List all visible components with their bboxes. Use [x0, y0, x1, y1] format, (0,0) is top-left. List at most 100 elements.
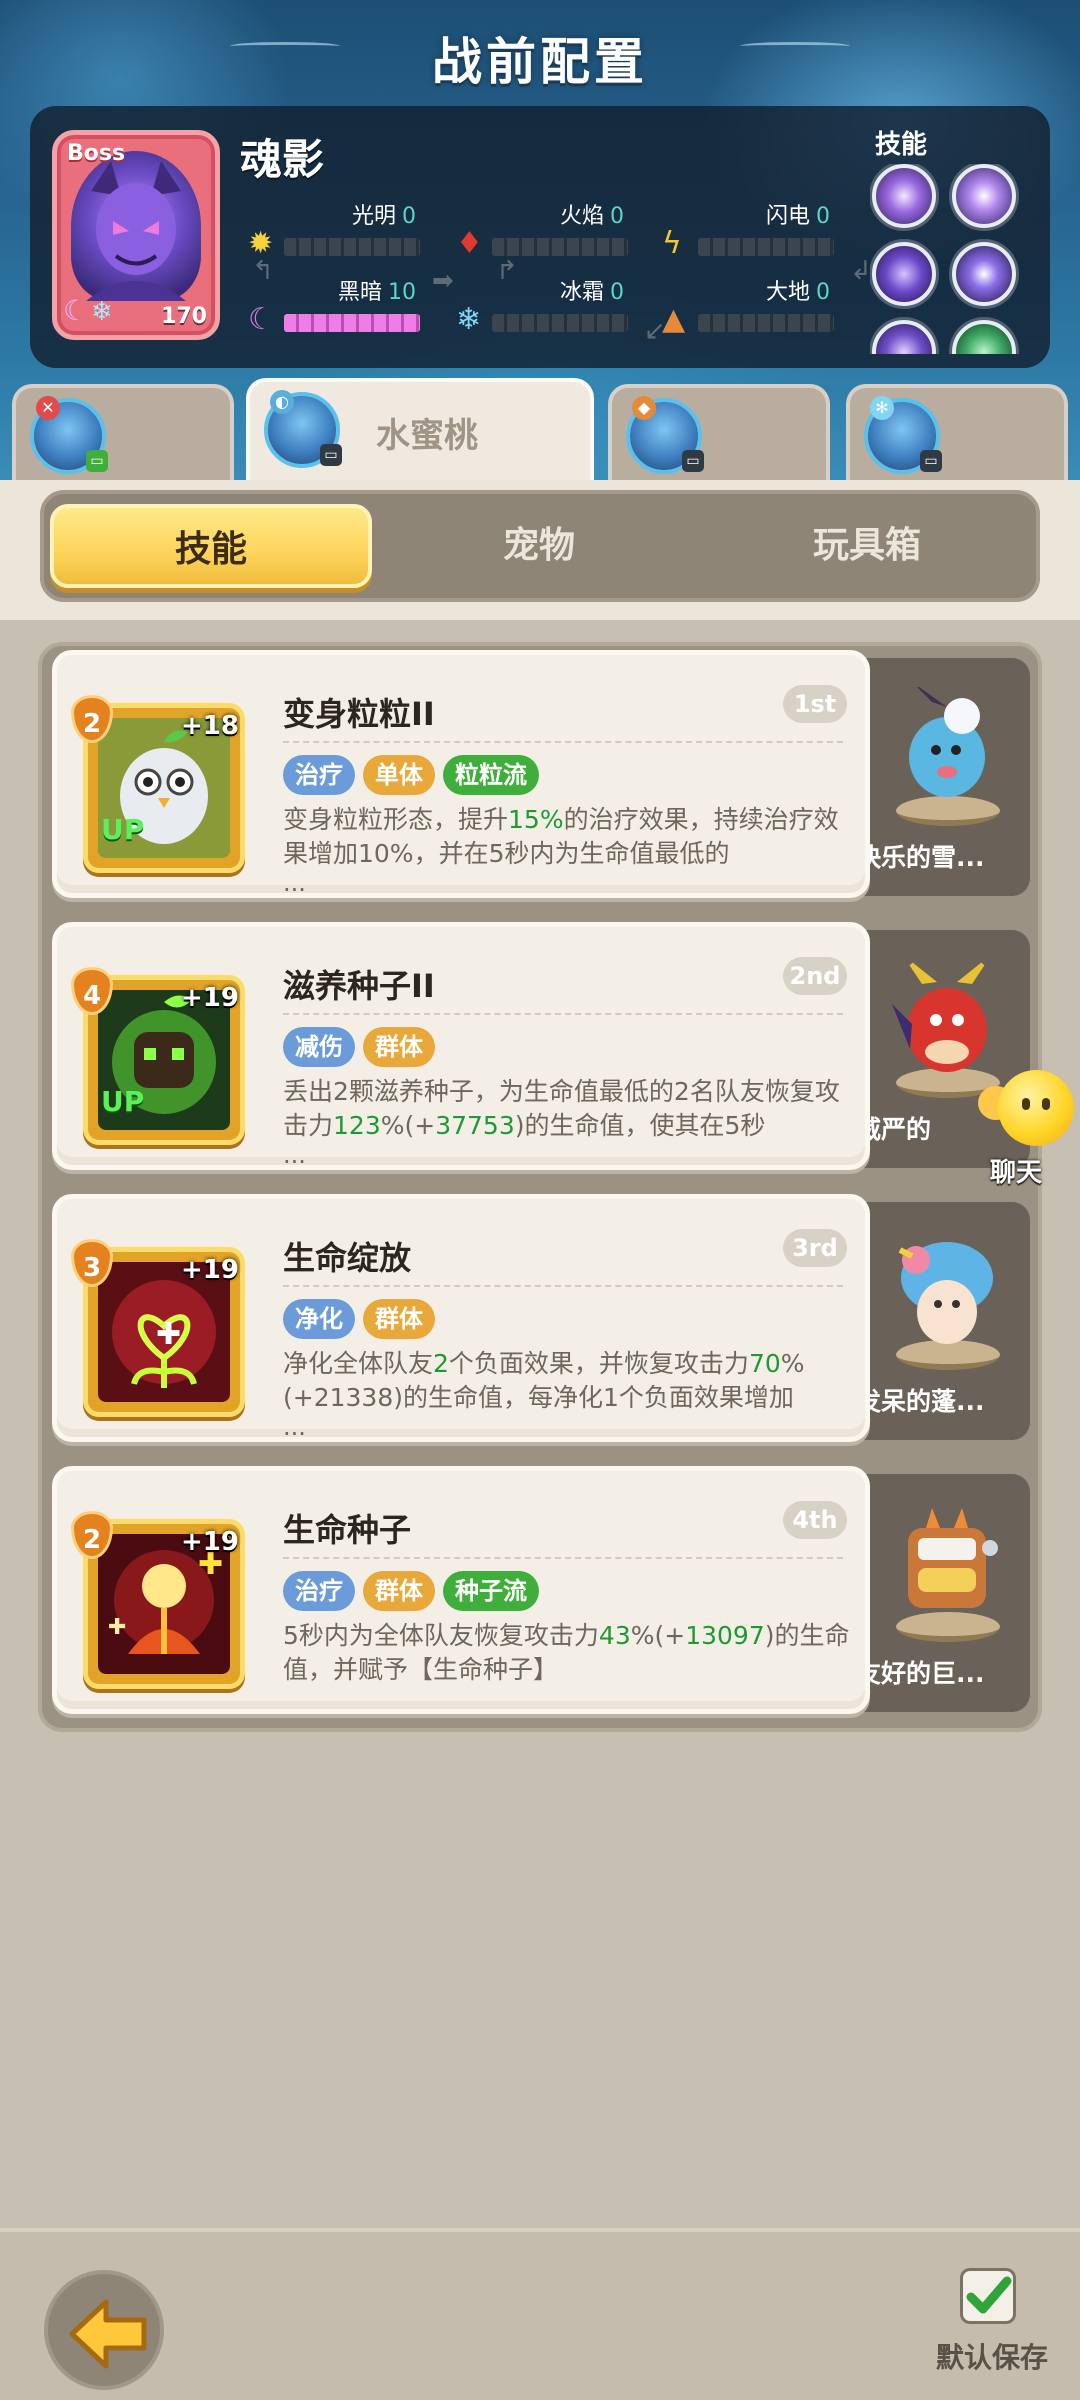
equip-icon: ▭	[920, 450, 942, 472]
hero-tab-1[interactable]: ✕ ▭	[12, 384, 234, 480]
skill-card[interactable]: ✚ ✚ 2 +19 生命种子 4th 治疗 群体 种子流 5秒内为全体队友恢复攻…	[52, 1466, 870, 1714]
checkmark-icon	[966, 2276, 1012, 2314]
boss-skill-orb[interactable]	[872, 164, 936, 228]
earth-badge-icon: ◆	[632, 396, 656, 420]
pet-name: 发呆的蓬...	[856, 1387, 985, 1416]
svg-text:✚: ✚	[156, 1317, 181, 1352]
skill-bonus: +18	[181, 711, 239, 741]
stat-bar	[492, 314, 628, 332]
pet-card[interactable]: 快乐的雪...	[844, 658, 1030, 896]
moon-icon: ☾	[63, 294, 89, 327]
skill-card[interactable]: 4 +19 UP 滋养种子II 2nd 减伤 群体 丢出2颗滋养种子，为生命值最…	[52, 922, 870, 1170]
skill-row[interactable]: 快乐的雪... 2 +18 UP 变身粒粒II 1st 治疗 单体 粒粒流 变身…	[52, 650, 1036, 898]
lightning-icon: ϟ	[662, 226, 682, 261]
stat-value: 0	[610, 204, 624, 229]
upgrade-tag: UP	[101, 1085, 145, 1118]
boss-skill-orb[interactable]	[952, 320, 1016, 354]
equip-icon: ▭	[86, 450, 108, 472]
skill-tag: 群体	[363, 1027, 435, 1067]
pet-name: 友好的巨...	[856, 1659, 985, 1688]
stat-bar	[698, 314, 834, 332]
pet-card[interactable]: 友好的巨...	[844, 1474, 1030, 1712]
skill-ellipsis: ...	[283, 1413, 306, 1441]
skill-row[interactable]: 友好的巨... ✚ ✚ 2 +19 生命种子 4th 治疗 群体 种子流 5秒内…	[52, 1466, 1036, 1714]
skill-description: 丢出2颗滋养种子，为生命值最低的2名队友恢复攻击力123%(+37753)的生命…	[283, 1077, 840, 1140]
bottom-bar: 默认保存	[0, 2228, 1080, 2400]
pet-card[interactable]: 发呆的蓬...	[844, 1202, 1030, 1440]
skill-tag: 减伤	[283, 1027, 355, 1067]
stat-bar	[284, 238, 420, 256]
stat-label: 火焰	[559, 204, 604, 229]
skill-name: 滋养种子II	[283, 967, 435, 1005]
stat-label: 黑暗	[337, 280, 382, 305]
equip-icon: ▭	[682, 450, 704, 472]
skill-tag: 群体	[363, 1571, 435, 1611]
skill-tag: 净化	[283, 1299, 355, 1339]
chat-button[interactable]: 聊天	[978, 1050, 1078, 1190]
boss-skill-orb[interactable]	[872, 320, 936, 354]
boss-level: 170	[161, 304, 207, 329]
main-area: 技能 宠物 玩具箱 快乐的雪... 2 +18 UP 变身粒粒II 1st 治疗…	[0, 480, 1080, 2230]
stat-dark: 黑暗 10 ☾	[248, 274, 442, 337]
tab-skills[interactable]: 技能	[50, 504, 372, 588]
tab-toybox[interactable]: 玩具箱	[706, 504, 1028, 588]
back-arrow-icon	[69, 2299, 147, 2369]
stat-light: 光明 0 ✹	[248, 198, 442, 261]
skill-rank: 2nd	[783, 957, 847, 995]
checkbox[interactable]	[960, 2268, 1016, 2324]
boss-skill-orb[interactable]	[872, 242, 936, 306]
equip-icon: ▭	[320, 444, 342, 466]
skill-bonus: +19	[181, 983, 239, 1013]
skill-ellipsis: ...	[283, 869, 306, 897]
skill-tag: 单体	[363, 755, 435, 795]
skill-bonus: +19	[181, 1255, 239, 1285]
boss-name: 魂影	[240, 135, 325, 184]
skill-rank: 4th	[783, 1501, 847, 1539]
stat-label: 大地	[765, 280, 810, 305]
boss-skill-orb[interactable]	[952, 164, 1016, 228]
hero-tab-2[interactable]: ◐ ▭ 水蜜桃	[246, 378, 594, 482]
cycle-arrow-icon: ↲	[850, 256, 872, 286]
save-label: 默认保存	[936, 2341, 1049, 2374]
tab-bar: 技能 宠物 玩具箱	[40, 490, 1040, 602]
boss-skill-list[interactable]	[870, 164, 1030, 354]
cycle-arrow-icon: ↙	[644, 316, 666, 346]
skill-list: 快乐的雪... 2 +18 UP 变身粒粒II 1st 治疗 单体 粒粒流 变身…	[38, 642, 1042, 1732]
skill-card[interactable]: 2 +18 UP 变身粒粒II 1st 治疗 单体 粒粒流 变身粒粒形态，提升1…	[52, 650, 870, 898]
skill-row[interactable]: 发呆的蓬... ✚ 3 +19 生命绽放 3rd 净化 群体 净化全体队友2个负…	[52, 1194, 1036, 1442]
boss-panel: Boss ☾ ❄ 170 魂影 光明 0 ✹ 火焰 0 ♦ 闪电 0 ϟ 黑暗 10 ☾…	[30, 106, 1050, 368]
stat-value: 10	[388, 280, 416, 305]
skill-row[interactable]: 威严的 4 +19 UP 滋养种子II 2nd 减伤 群体 丢出2颗滋养种子，为…	[52, 922, 1036, 1170]
skill-tag: 粒粒流	[443, 755, 539, 795]
default-save-toggle[interactable]: 默认保存	[920, 2268, 1060, 2388]
back-button[interactable]	[44, 2270, 164, 2390]
cycle-arrow-icon: ↱	[496, 256, 518, 286]
skill-bonus: +19	[181, 1527, 239, 1557]
chat-face-icon	[998, 1070, 1074, 1146]
snowflake-icon: ❄	[456, 302, 482, 337]
boss-card[interactable]: Boss ☾ ❄ 170	[52, 130, 220, 340]
boss-skill-orb[interactable]	[952, 242, 1016, 306]
hero-tab-3[interactable]: ◆ ▭	[608, 384, 830, 480]
stat-earth: 大地 0 ▲	[662, 274, 856, 337]
stat-bar	[492, 238, 628, 256]
stat-fire: 火焰 0 ♦	[456, 198, 650, 261]
stat-value: 0	[610, 280, 624, 305]
stat-label: 闪电	[765, 204, 810, 229]
stat-value: 0	[816, 204, 830, 229]
svg-text:✚: ✚	[108, 1615, 126, 1640]
skill-name: 生命种子	[283, 1511, 412, 1549]
skill-tag: 治疗	[283, 1571, 355, 1611]
stat-label: 光明	[351, 204, 396, 229]
skill-card[interactable]: ✚ 3 +19 生命绽放 3rd 净化 群体 净化全体队友2个负面效果，并恢复攻…	[52, 1194, 870, 1442]
skill-name: 生命绽放	[283, 1239, 412, 1277]
tab-pets[interactable]: 宠物	[378, 504, 700, 588]
skill-tag: 治疗	[283, 755, 355, 795]
boss-skills-label: 技能	[875, 130, 928, 160]
pet-name: 快乐的雪...	[856, 843, 985, 872]
skill-rank: 1st	[783, 685, 847, 723]
stat-value: 0	[402, 204, 416, 229]
snowflake-icon: ❄	[91, 297, 113, 327]
hero-tab-4[interactable]: ✻ ▭	[846, 384, 1068, 480]
skill-description: 5秒内为全体队友恢复攻击力43%(+13097)的生命值，并赋予【生命种子】	[283, 1621, 850, 1684]
